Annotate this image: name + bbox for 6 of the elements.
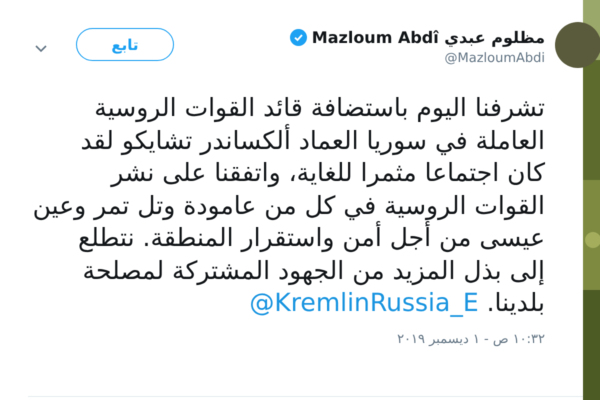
follow-button[interactable]: تابع: [76, 28, 174, 61]
timestamp[interactable]: ١٠:٣٢ ص - ١ ديسمبر ٢٠١٩: [28, 332, 545, 346]
user-handle[interactable]: @MazloumAbdi: [444, 51, 545, 66]
chevron-icon[interactable]: [34, 44, 48, 54]
mention-link[interactable]: @KremlinRussia_E: [249, 288, 479, 317]
display-name[interactable]: Mazloum Abdî مظلوم عبدي: [312, 28, 545, 47]
